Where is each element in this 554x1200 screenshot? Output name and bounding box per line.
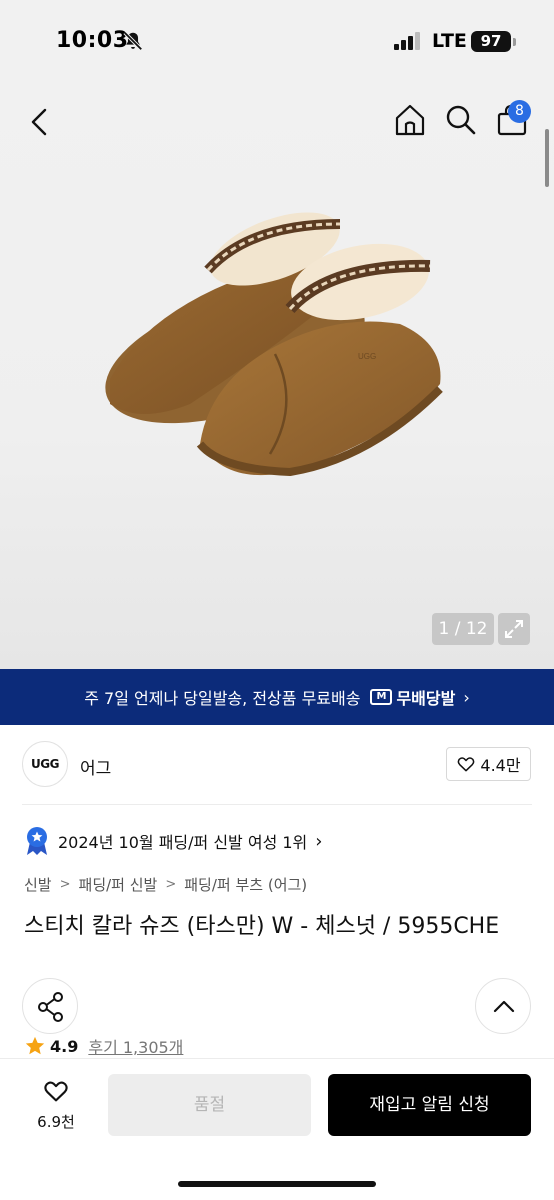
brand-logo[interactable]: UGG bbox=[22, 741, 68, 787]
rating-value: 4.9 bbox=[50, 1036, 79, 1056]
wishlist-count: 6.9천 bbox=[37, 1113, 75, 1131]
breadcrumb-item[interactable]: 패딩/퍼 신발 bbox=[79, 874, 158, 895]
share-icon bbox=[38, 992, 63, 1022]
signal-icon bbox=[394, 32, 420, 50]
rating-row: 4.9 후기 1,305개 bbox=[24, 1034, 183, 1058]
divider bbox=[22, 804, 532, 805]
home-indicator bbox=[178, 1181, 376, 1187]
battery-tip bbox=[513, 38, 516, 46]
cart-count-badge: 8 bbox=[508, 100, 531, 123]
image-counter: 1 / 12 bbox=[432, 613, 494, 645]
heart-icon bbox=[458, 757, 475, 772]
free-delivery-logo: M 무배당발 bbox=[370, 685, 455, 709]
product-title: 스티치 칼라 슈즈 (타스만) W - 체스넛 / 5955CHE bbox=[24, 914, 500, 939]
breadcrumb: 신발 > 패딩/퍼 신발 > 패딩/퍼 부츠 (어그) bbox=[24, 874, 307, 895]
home-icon[interactable] bbox=[392, 102, 428, 138]
chevron-right-icon: > bbox=[165, 877, 177, 892]
brand-like-count: 4.4만 bbox=[480, 756, 521, 775]
share-button[interactable] bbox=[22, 978, 78, 1034]
expand-icon[interactable] bbox=[498, 613, 530, 645]
brand-like-button[interactable]: 4.4만 bbox=[446, 747, 531, 781]
breadcrumb-item[interactable]: 신발 bbox=[24, 874, 52, 895]
restock-alert-button[interactable]: 재입고 알림 신청 bbox=[328, 1074, 531, 1136]
free-delivery-label: 무배당발 bbox=[396, 689, 456, 708]
delivery-text: 주 7일 언제나 당일발송, 전상품 무료배송 bbox=[84, 689, 361, 708]
chevron-up-icon bbox=[493, 1000, 515, 1013]
review-count-link[interactable]: 후기 1,305개 bbox=[88, 1034, 183, 1058]
svg-text:UGG: UGG bbox=[358, 352, 376, 361]
status-time: 10:03 bbox=[56, 28, 129, 53]
sold-out-button: 품절 bbox=[108, 1074, 311, 1136]
ranking-text: 2024년 10월 패딩/퍼 신발 여성 1위 bbox=[58, 833, 308, 852]
heart-icon bbox=[44, 1081, 68, 1102]
product-image: UGG bbox=[105, 212, 443, 477]
bell-off-icon bbox=[123, 31, 143, 51]
scroll-thumb[interactable] bbox=[545, 129, 549, 187]
search-icon[interactable] bbox=[443, 102, 479, 138]
scroll-top-button[interactable] bbox=[475, 978, 531, 1034]
chevron-right-icon: › bbox=[315, 830, 323, 852]
back-icon[interactable] bbox=[22, 104, 58, 140]
delivery-banner[interactable]: 주 7일 언제나 당일발송, 전상품 무료배송 M 무배당발 › bbox=[0, 669, 554, 725]
star-icon bbox=[25, 1036, 45, 1055]
chevron-right-icon: > bbox=[59, 877, 71, 892]
battery-indicator: 97 bbox=[471, 31, 511, 52]
delivery-m-icon: M bbox=[370, 689, 393, 705]
brand-name[interactable]: 어그 bbox=[80, 754, 111, 779]
status-bar: 10:03 LTE 97 bbox=[0, 0, 554, 84]
network-type: LTE bbox=[432, 30, 467, 52]
breadcrumb-item[interactable]: 패딩/퍼 부츠 (어그) bbox=[184, 874, 307, 895]
award-badge-icon bbox=[27, 827, 47, 855]
chevron-right-icon: › bbox=[463, 687, 470, 707]
bottom-action-bar: 6.9천 품절 재입고 알림 신청 bbox=[0, 1058, 554, 1200]
product-gallery[interactable]: UGG 1 / 12 bbox=[0, 84, 554, 669]
wishlist-button[interactable]: 6.9천 bbox=[26, 1077, 86, 1132]
ranking-link[interactable]: 2024년 10월 패딩/퍼 신발 여성 1위 › bbox=[24, 826, 322, 856]
